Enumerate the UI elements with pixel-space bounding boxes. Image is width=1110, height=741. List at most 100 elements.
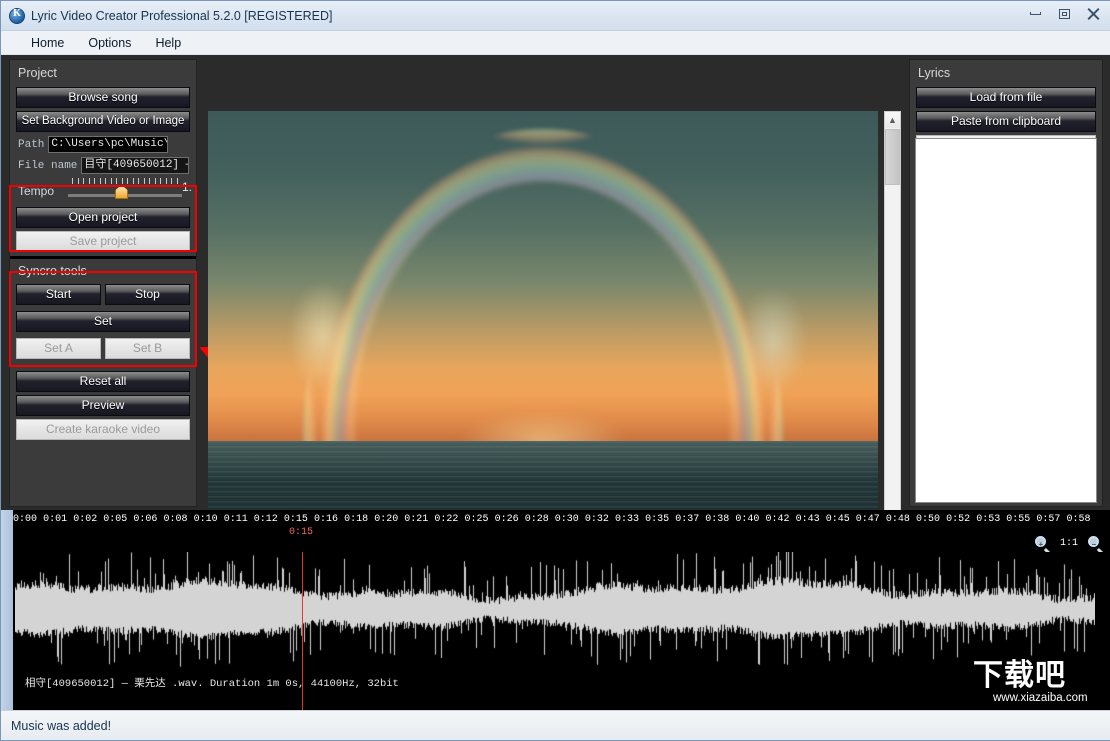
timeline-tick: 0:57 <box>1036 514 1061 525</box>
path-label: Path <box>18 138 45 151</box>
file-name-label: File name <box>18 159 78 172</box>
set-b-button: Set B <box>105 338 190 359</box>
create-karaoke-video-button: Create karaoke video <box>16 419 190 440</box>
playhead-time-label: 0:15 <box>289 527 314 538</box>
timeline-tick: 0:42 <box>765 514 790 525</box>
file-name-input[interactable]: 目守[409650012] — 栗 <box>81 157 190 174</box>
menu-item-home[interactable]: Home <box>19 33 76 53</box>
menu-item-help[interactable]: Help <box>143 33 193 53</box>
status-message: Music was added! <box>11 718 112 733</box>
timeline-tick: 0:50 <box>916 514 941 525</box>
syncro-setab-row: Set A Set B <box>16 335 190 362</box>
timeline-tick: 0:16 <box>314 514 339 525</box>
window-title: Lyric Video Creator Professional 5.2.0 [… <box>31 8 333 23</box>
timeline-tick: 0:00 <box>13 514 38 525</box>
reset-all-button[interactable]: Reset all <box>16 371 190 392</box>
timeline-tick: 0:48 <box>885 514 910 525</box>
timeline-tick: 0:26 <box>494 514 519 525</box>
syncro-start-stop-row: Start Stop <box>16 281 190 308</box>
video-preview[interactable] <box>208 111 878 573</box>
timeline-tick: 0:40 <box>735 514 760 525</box>
path-input[interactable]: C:\Users\pc\Music\相守[ <box>48 136 169 153</box>
timeline-tick: 0:12 <box>253 514 278 525</box>
save-project-button: Save project <box>16 231 190 252</box>
tempo-control: Tempo 1. <box>10 178 196 204</box>
preview-scrollbar[interactable]: ▲ ▼ <box>884 111 901 573</box>
close-button[interactable] <box>1079 3 1107 24</box>
timeline-zoom-controls: + 1:1 − <box>1034 536 1104 552</box>
app-logo-icon <box>9 7 25 24</box>
timeline-tick: 0:28 <box>524 514 549 525</box>
timeline-tick: 0:37 <box>675 514 700 525</box>
tempo-ticks <box>72 178 178 186</box>
lyrics-text-area[interactable] <box>915 138 1097 503</box>
timeline-tick: 0:43 <box>795 514 820 525</box>
timeline-tick: 0:06 <box>133 514 158 525</box>
application-window: Lyric Video Creator Professional 5.2.0 [… <box>0 0 1110 741</box>
start-button[interactable]: Start <box>16 284 101 305</box>
lyrics-panel: Lyrics Load from file Paste from clipboa… <box>909 59 1103 507</box>
minimize-button[interactable] <box>1021 3 1049 24</box>
load-from-file-button[interactable]: Load from file <box>916 87 1096 108</box>
waveform-file-info: 相守[409650012] — 栗先达 .wav. Duration 1m 0s… <box>25 678 399 690</box>
scrollbar-thumb[interactable] <box>885 129 900 185</box>
preview-button[interactable]: Preview <box>16 395 190 416</box>
set-button[interactable]: Set <box>16 311 190 332</box>
menu-item-options[interactable]: Options <box>76 33 143 53</box>
timeline-tick: 0:53 <box>976 514 1001 525</box>
tempo-value: 1. <box>182 180 193 194</box>
zoom-in-icon[interactable]: + <box>1034 536 1051 552</box>
timeline-tick: 0:47 <box>855 514 880 525</box>
scroll-up-button[interactable]: ▲ <box>885 112 900 128</box>
set-a-button: Set A <box>16 338 101 359</box>
browse-song-button[interactable]: Browse song <box>16 87 190 108</box>
timeline-tick: 0:11 <box>223 514 248 525</box>
minimize-icon <box>1029 12 1041 15</box>
zoom-out-icon[interactable]: − <box>1088 536 1104 552</box>
set-background-button[interactable]: Set Background Video or Image <box>16 111 190 132</box>
timeline-tick: 0:15 <box>283 514 308 525</box>
timeline-tick: 0:20 <box>374 514 399 525</box>
timeline-ruler[interactable]: 0:00 0:01 0:02 0:05 0:06 0:08 0:10 0:11 0:12 0:15… <box>1 510 1110 552</box>
timeline-left-gutter <box>1 510 13 712</box>
status-bar: Music was added! <box>1 710 1110 740</box>
tempo-slider-thumb[interactable] <box>115 185 128 199</box>
tempo-label: Tempo <box>18 184 55 198</box>
open-project-button[interactable]: Open project <box>16 207 190 228</box>
timeline-tick: 0:32 <box>584 514 609 525</box>
title-bar: Lyric Video Creator Professional 5.2.0 [… <box>1 1 1110 31</box>
chevron-up-icon: ▲ <box>888 115 897 125</box>
maximize-icon <box>1058 8 1070 19</box>
timeline-tick: 0:22 <box>434 514 459 525</box>
close-icon <box>1087 8 1100 19</box>
timeline-tick: 0:38 <box>705 514 730 525</box>
maximize-button[interactable] <box>1050 3 1078 24</box>
file-name-row: File name 目守[409650012] — 栗 <box>18 157 196 174</box>
timeline-tick: 0:55 <box>1006 514 1031 525</box>
timeline-tick: 0:45 <box>825 514 850 525</box>
timeline-tick: 0:01 <box>43 514 68 525</box>
paste-from-clipboard-button[interactable]: Paste from clipboard <box>916 111 1096 132</box>
zoom-ratio-label: 1:1 <box>1059 538 1078 549</box>
timeline-tick: 0:30 <box>554 514 579 525</box>
project-panel-heading: Project <box>18 66 57 80</box>
menu-bar: Home Options Help <box>1 31 1110 55</box>
preview-glow-right <box>738 286 808 396</box>
timeline-tick: 0:58 <box>1066 514 1091 525</box>
timeline-tick: 0:05 <box>103 514 128 525</box>
lyrics-panel-heading: Lyrics <box>918 66 951 80</box>
preview-glow-left <box>288 281 358 391</box>
timeline-tick: 0:18 <box>344 514 369 525</box>
timeline-tick: 0:21 <box>404 514 429 525</box>
project-panel: Project Browse song Set Background Video… <box>9 59 197 507</box>
waveform-canvas[interactable] <box>15 552 1095 672</box>
timeline-tick: 0:35 <box>645 514 670 525</box>
waveform-area[interactable]: 相守[409650012] — 栗先达 .wav. Duration 1m 0s… <box>1 552 1110 712</box>
workspace: Project Browse song Set Background Video… <box>1 55 1110 573</box>
timeline-tick: 0:08 <box>163 514 188 525</box>
stop-button[interactable]: Stop <box>105 284 190 305</box>
timeline-tick: 0:25 <box>464 514 489 525</box>
timeline-tick: 0:10 <box>193 514 218 525</box>
timeline-tick: 0:33 <box>615 514 640 525</box>
path-row: Path C:\Users\pc\Music\相守[ <box>18 136 196 153</box>
